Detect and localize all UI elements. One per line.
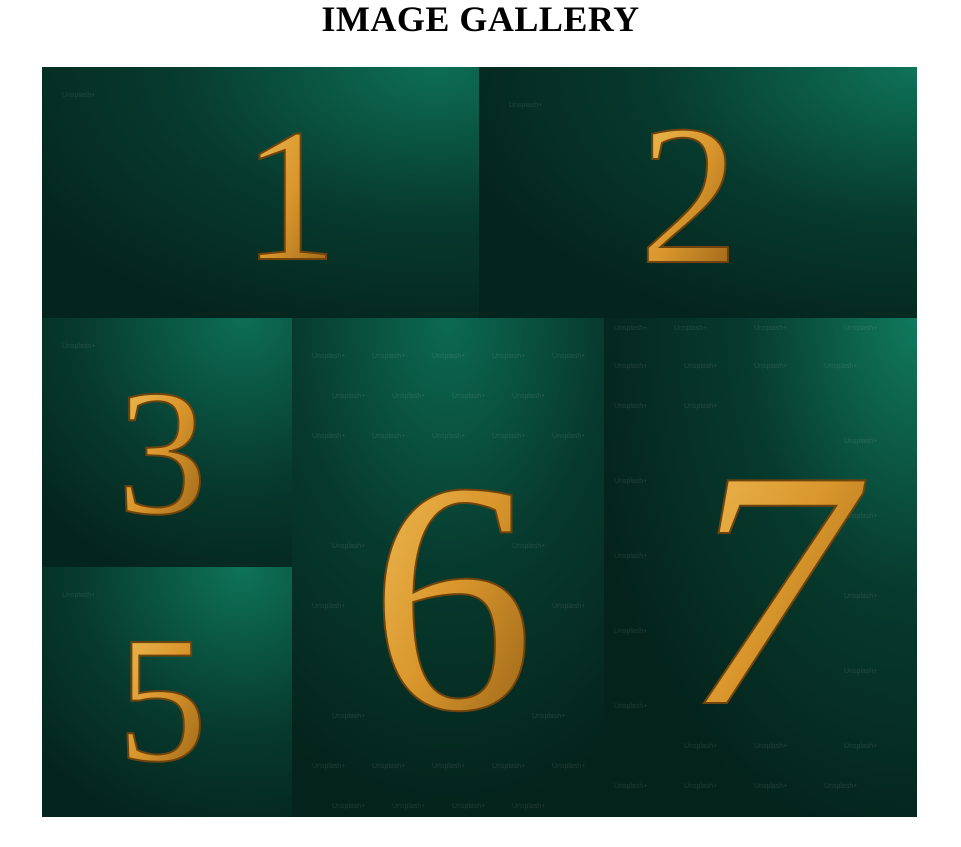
digit-5-glyph: 5 bbox=[117, 600, 207, 799]
svg-text:Unsplash+: Unsplash+ bbox=[614, 553, 647, 560]
svg-text:Unsplash+: Unsplash+ bbox=[614, 403, 647, 410]
svg-text:Unsplash+: Unsplash+ bbox=[62, 343, 95, 350]
number-6-image: Unsplash+ Unsplash+ Unsplash+ Unsplash+ … bbox=[292, 318, 604, 817]
page-title: IMAGE GALLERY bbox=[321, 0, 640, 39]
svg-text:Unsplash+: Unsplash+ bbox=[62, 92, 95, 99]
svg-text:Unsplash+: Unsplash+ bbox=[372, 353, 405, 360]
gallery-image-3[interactable]: Unsplash+ 3 bbox=[42, 318, 292, 567]
svg-text:Unsplash+: Unsplash+ bbox=[552, 433, 585, 440]
svg-text:Unsplash+: Unsplash+ bbox=[532, 713, 565, 720]
number-5-image: Unsplash+ 5 bbox=[42, 567, 292, 817]
svg-text:Unsplash+: Unsplash+ bbox=[432, 353, 465, 360]
gallery-image-6[interactable]: Unsplash+ Unsplash+ Unsplash+ Unsplash+ … bbox=[292, 318, 604, 817]
svg-text:Unsplash+: Unsplash+ bbox=[684, 783, 717, 790]
svg-text:Unsplash+: Unsplash+ bbox=[332, 713, 365, 720]
svg-text:Unsplash+: Unsplash+ bbox=[392, 393, 425, 400]
svg-text:Unsplash+: Unsplash+ bbox=[312, 763, 345, 770]
svg-text:Unsplash+: Unsplash+ bbox=[614, 783, 647, 790]
svg-text:Unsplash+: Unsplash+ bbox=[684, 363, 717, 370]
svg-text:Unsplash+: Unsplash+ bbox=[452, 803, 485, 810]
digit-3-glyph: 3 bbox=[117, 353, 207, 552]
svg-text:Unsplash+: Unsplash+ bbox=[452, 393, 485, 400]
svg-text:Unsplash+: Unsplash+ bbox=[492, 353, 525, 360]
svg-text:Unsplash+: Unsplash+ bbox=[614, 325, 647, 332]
svg-text:Unsplash+: Unsplash+ bbox=[614, 363, 647, 370]
number-1-image: Unsplash+ 1 bbox=[42, 67, 479, 318]
svg-text:Unsplash+: Unsplash+ bbox=[332, 803, 365, 810]
svg-text:Unsplash+: Unsplash+ bbox=[614, 703, 647, 710]
svg-text:Unsplash+: Unsplash+ bbox=[332, 393, 365, 400]
svg-text:Unsplash+: Unsplash+ bbox=[552, 763, 585, 770]
number-7-image: Unsplash+ Unsplash+ Unsplash+ Unsplash+ … bbox=[604, 318, 917, 817]
digit-7-glyph: 7 bbox=[684, 400, 870, 777]
svg-text:Unsplash+: Unsplash+ bbox=[614, 628, 647, 635]
svg-text:Unsplash+: Unsplash+ bbox=[844, 325, 877, 332]
svg-text:Unsplash+: Unsplash+ bbox=[312, 603, 345, 610]
svg-text:Unsplash+: Unsplash+ bbox=[392, 803, 425, 810]
svg-text:Unsplash+: Unsplash+ bbox=[674, 325, 707, 332]
digit-1-glyph: 1 bbox=[243, 91, 338, 301]
svg-text:Unsplash+: Unsplash+ bbox=[614, 478, 647, 485]
svg-text:Unsplash+: Unsplash+ bbox=[512, 393, 545, 400]
digit-6-glyph: 6 bbox=[370, 415, 535, 780]
svg-text:Unsplash+: Unsplash+ bbox=[754, 363, 787, 370]
svg-text:Unsplash+: Unsplash+ bbox=[824, 363, 857, 370]
image-gallery-grid: Unsplash+ 1 Unsplash+ 2 Unsplash+ 3 Unsp… bbox=[42, 67, 917, 817]
svg-text:Unsplash+: Unsplash+ bbox=[332, 543, 365, 550]
svg-text:Unsplash+: Unsplash+ bbox=[754, 325, 787, 332]
svg-text:Unsplash+: Unsplash+ bbox=[824, 783, 857, 790]
number-3-image: Unsplash+ 3 bbox=[42, 318, 292, 567]
svg-text:Unsplash+: Unsplash+ bbox=[552, 353, 585, 360]
gallery-image-2[interactable]: Unsplash+ 2 bbox=[479, 67, 917, 318]
svg-text:Unsplash+: Unsplash+ bbox=[754, 783, 787, 790]
svg-text:Unsplash+: Unsplash+ bbox=[512, 803, 545, 810]
gallery-image-1[interactable]: Unsplash+ 1 bbox=[42, 67, 479, 318]
svg-text:Unsplash+: Unsplash+ bbox=[62, 592, 95, 599]
gallery-image-5[interactable]: Unsplash+ 5 bbox=[42, 567, 292, 817]
svg-text:Unsplash+: Unsplash+ bbox=[509, 102, 542, 109]
svg-text:Unsplash+: Unsplash+ bbox=[552, 603, 585, 610]
svg-text:Unsplash+: Unsplash+ bbox=[312, 433, 345, 440]
svg-text:Unsplash+: Unsplash+ bbox=[312, 353, 345, 360]
gallery-image-7[interactable]: Unsplash+ Unsplash+ Unsplash+ Unsplash+ … bbox=[604, 318, 917, 817]
digit-2-glyph: 2 bbox=[639, 85, 739, 306]
number-2-image: Unsplash+ 2 bbox=[479, 67, 917, 318]
